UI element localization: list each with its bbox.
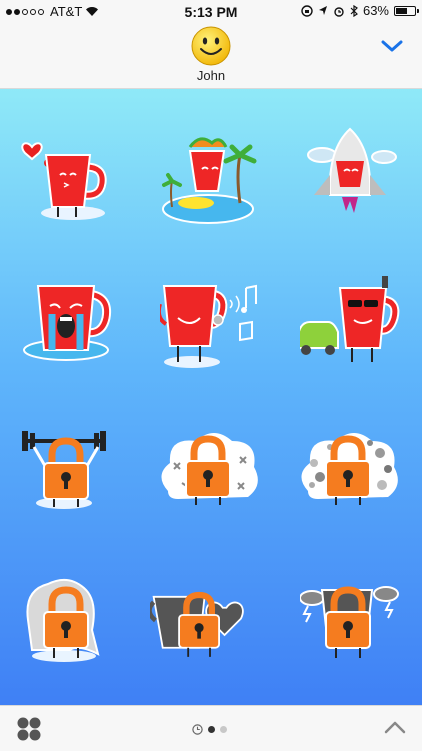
battery-percent: 63%: [362, 3, 389, 18]
page-dot-active[interactable]: [208, 726, 215, 733]
sticker-lock-hair[interactable]: [18, 570, 118, 680]
sticker-lock-cloud-x[interactable]: [160, 423, 260, 533]
sticker-lock-cloud-dots[interactable]: [300, 423, 400, 533]
page-dot[interactable]: [220, 726, 227, 733]
chevron-up-icon[interactable]: [384, 720, 406, 734]
bluetooth-icon: [350, 4, 358, 17]
page-indicator[interactable]: [192, 724, 227, 735]
chevron-down-icon[interactable]: [380, 38, 404, 54]
conversation-header: John: [0, 22, 422, 89]
location-icon: [318, 6, 327, 15]
sticker-mug-rocket[interactable]: [300, 125, 400, 235]
app-drawer-bar: [0, 705, 422, 751]
sticker-mug-sing[interactable]: [160, 274, 260, 384]
alarm-icon: [334, 6, 344, 17]
rotation-lock-icon: [301, 4, 313, 17]
recents-clock-icon[interactable]: [192, 724, 203, 735]
status-bar: AT&T 5:13 PM 63%: [0, 0, 422, 22]
sticker-lock-weights[interactable]: [18, 423, 118, 533]
contact-avatar[interactable]: [191, 26, 231, 66]
sticker-lock-storm[interactable]: [300, 570, 400, 680]
sticker-mug-love[interactable]: [18, 125, 118, 235]
sticker-mug-cry[interactable]: [18, 274, 118, 384]
app-grid-icon[interactable]: [16, 716, 42, 742]
sticker-lock-heart[interactable]: [150, 570, 250, 680]
sticker-grid: [0, 89, 422, 705]
status-right: 63%: [301, 3, 419, 18]
contact-name[interactable]: John: [0, 68, 422, 83]
sticker-mug-car[interactable]: [300, 274, 400, 384]
battery-icon: [394, 5, 419, 16]
sticker-mug-island[interactable]: [160, 125, 260, 235]
